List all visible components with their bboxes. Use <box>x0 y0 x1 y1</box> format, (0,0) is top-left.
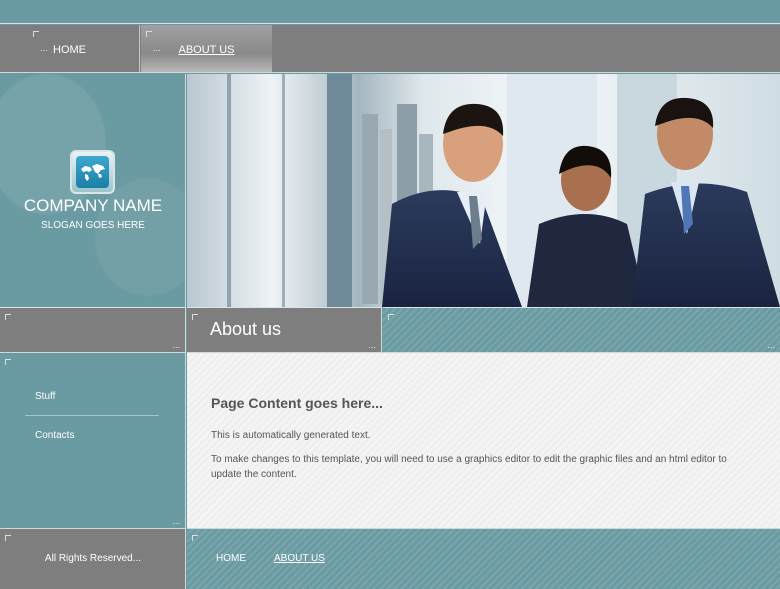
nav-home-link[interactable]: HOME <box>0 23 140 73</box>
sidebar: Stuff Contacts ... <box>0 352 186 528</box>
main-nav: HOME ABOUT US <box>0 23 780 73</box>
top-bar <box>0 0 780 24</box>
main-content: Page Content goes here... This is automa… <box>187 352 780 528</box>
footer-home-link[interactable]: HOME <box>216 553 246 564</box>
world-map-icon <box>70 150 115 194</box>
dots-mark: ... <box>767 340 775 350</box>
dots-mark: ... <box>368 340 376 350</box>
content-paragraph: To make changes to this template, you wi… <box>211 454 727 480</box>
footer-left: All Rights Reserved... <box>0 528 186 589</box>
corner-mark <box>192 314 198 320</box>
section-title-bar: About us ... <box>187 307 382 352</box>
nav-about-label: ABOUT US <box>178 44 235 56</box>
dots-mark: ... <box>172 340 180 350</box>
sidebar-item-stuff[interactable]: Stuff <box>35 391 55 402</box>
copyright-text: All Rights Reserved... <box>44 553 142 564</box>
corner-mark <box>192 535 198 541</box>
footer-nav: HOME ABOUT US <box>187 528 780 589</box>
nav-home-label: HOME <box>53 44 86 56</box>
section-title: About us <box>210 319 282 339</box>
sidebar-item-contacts[interactable]: Contacts <box>35 430 74 441</box>
brand-panel: COMPANY NAME SLOGAN GOES HERE <box>0 74 186 307</box>
corner-mark <box>388 314 394 320</box>
dots-mark: ... <box>172 516 180 526</box>
corner-mark <box>146 23 161 73</box>
nav-about-link[interactable]: ABOUT US <box>141 23 272 73</box>
section-bar-right: ... <box>383 307 780 352</box>
content-heading: Page Content goes here... <box>211 395 383 411</box>
content-paragraph: This is automatically generated text. <box>211 430 371 441</box>
corner-mark <box>5 359 11 365</box>
slogan: SLOGAN GOES HERE <box>41 220 145 231</box>
sidebar-divider <box>25 415 159 416</box>
corner-mark <box>5 535 11 541</box>
corner-mark <box>5 314 11 320</box>
footer-about-link[interactable]: ABOUT US <box>274 553 325 564</box>
company-name: COMPANY NAME <box>23 196 163 215</box>
corner-mark <box>33 23 48 73</box>
hero-image <box>187 74 780 307</box>
section-bar-left: ... <box>0 307 186 352</box>
